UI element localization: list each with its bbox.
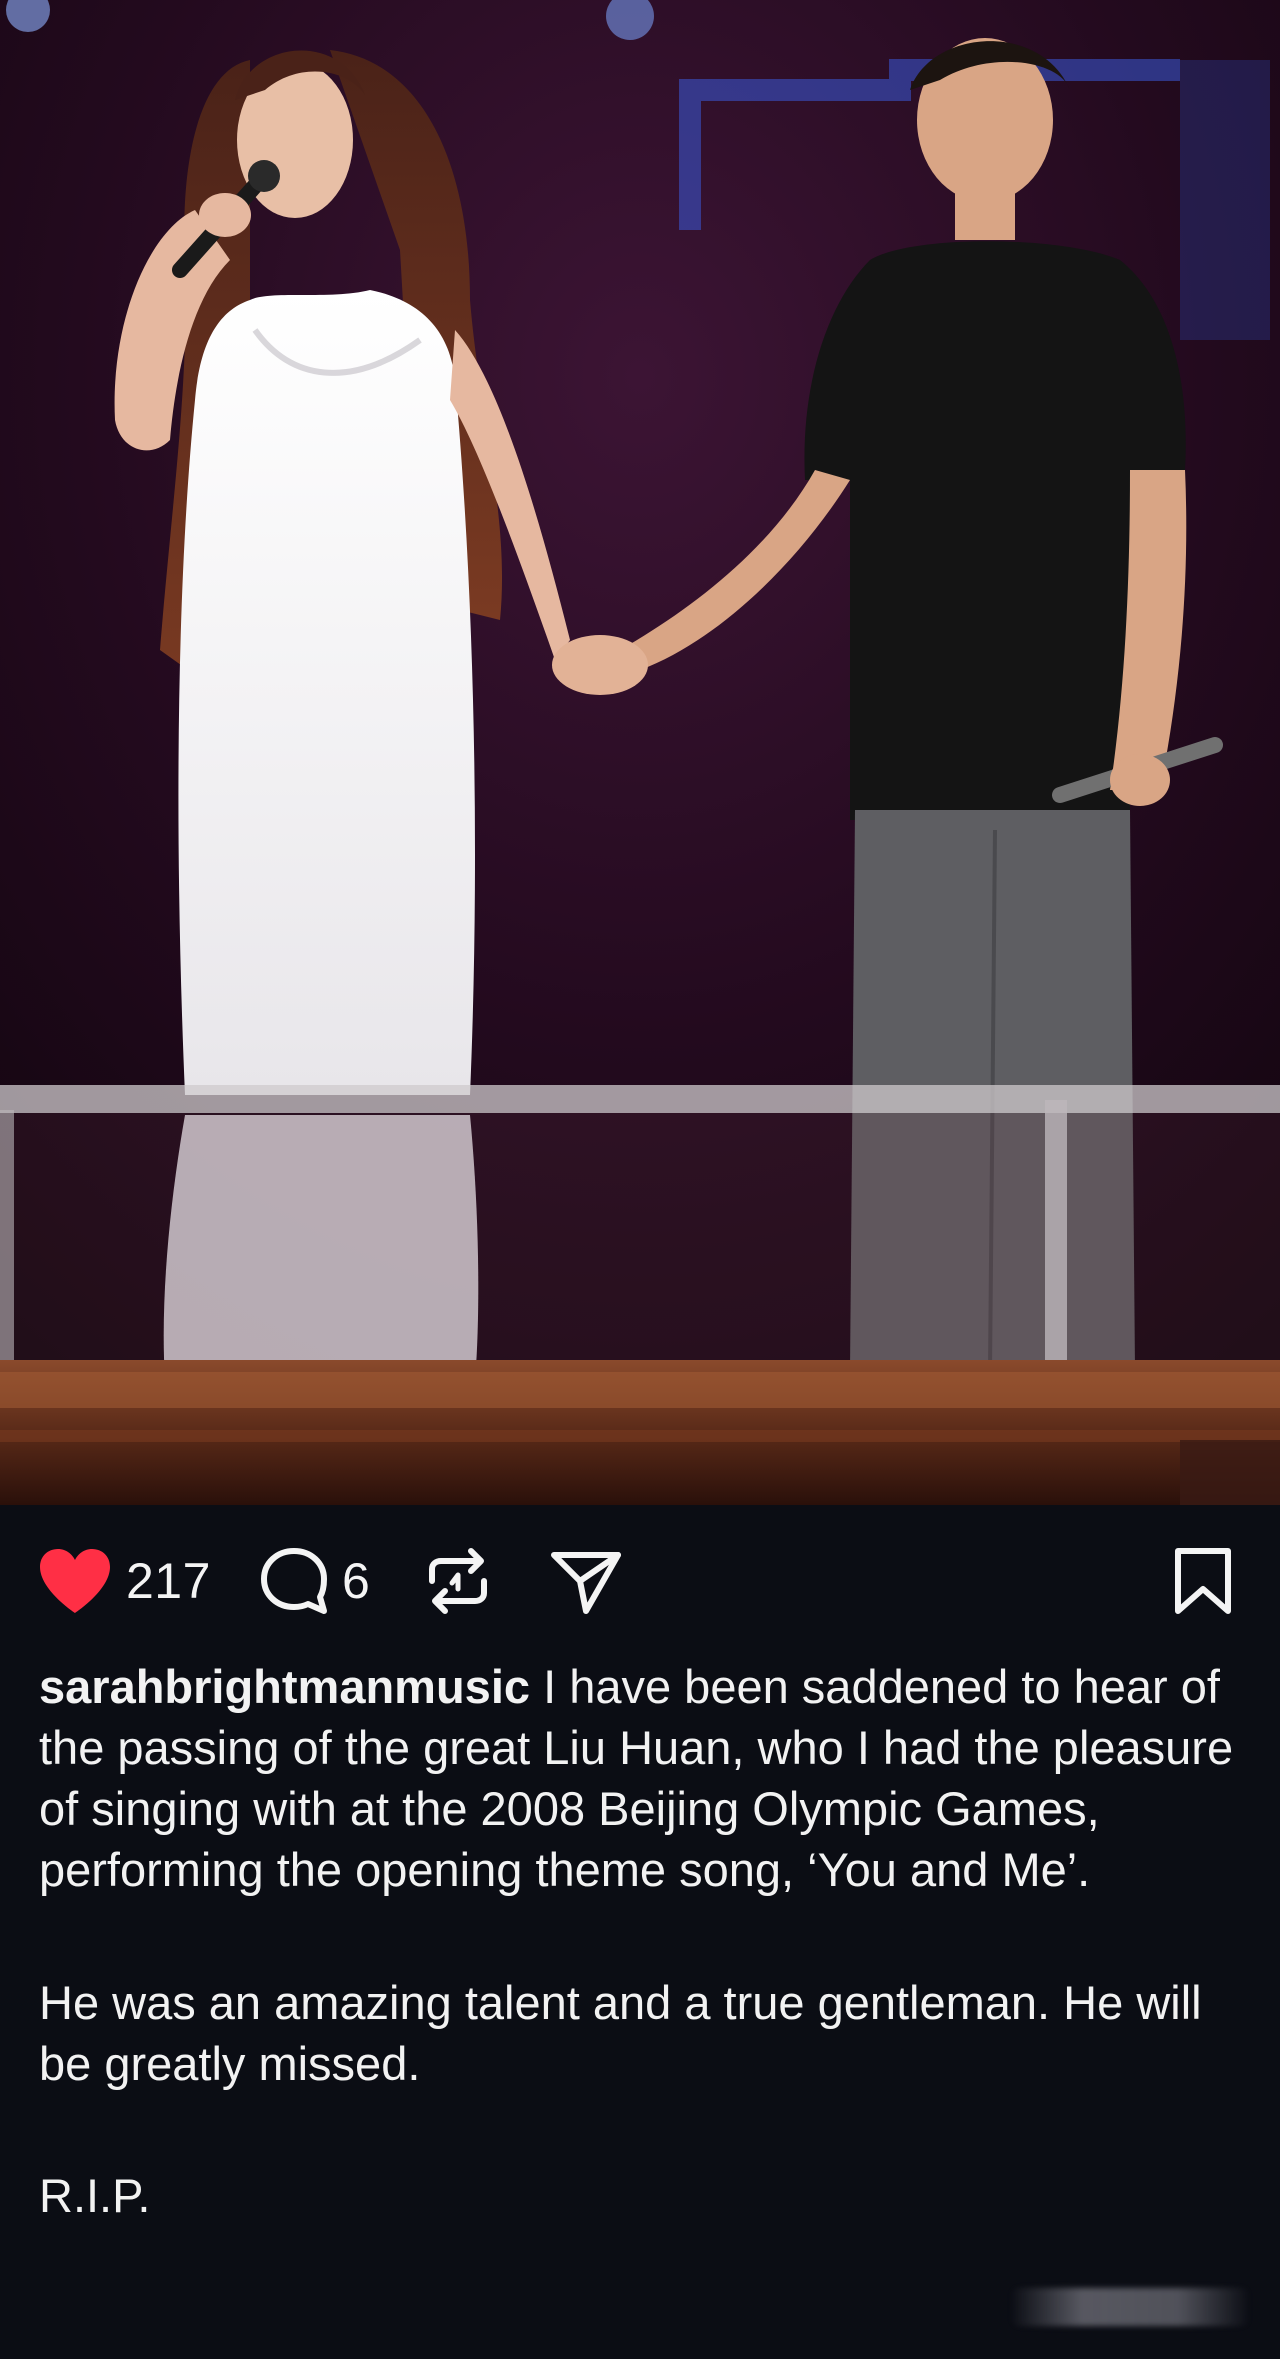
comment-count[interactable]: 6	[342, 1552, 370, 1610]
post-photo[interactable]	[0, 0, 1280, 1505]
post-caption: sarahbrightmanmusic I have been saddened…	[39, 1656, 1244, 2226]
share-button[interactable]	[548, 1545, 624, 1617]
instagram-post: 217 6 sarahbrightmanmusic I have been sa…	[0, 0, 1280, 2359]
comment-icon	[261, 1548, 327, 1614]
caption-paragraph-3: R.I.P.	[39, 2169, 151, 2222]
repost-icon	[429, 1548, 487, 1614]
caption-paragraph-2: He was an amazing talent and a true gent…	[39, 1976, 1202, 2090]
repost-button[interactable]	[422, 1545, 494, 1617]
bookmark-icon	[1175, 1548, 1231, 1614]
like-count[interactable]: 217	[126, 1552, 211, 1610]
send-icon	[551, 1552, 621, 1614]
heart-icon	[40, 1549, 110, 1613]
caption-username[interactable]: sarahbrightmanmusic	[39, 1660, 530, 1713]
caption-paragraph-1: sarahbrightmanmusic I have been saddened…	[39, 1656, 1244, 1900]
watermark-overlay	[1010, 2288, 1250, 2326]
like-button[interactable]: 217	[36, 1545, 211, 1617]
save-button[interactable]	[1170, 1545, 1236, 1617]
stage-photo-illustration	[0, 0, 1280, 1505]
comment-button[interactable]: 6	[258, 1545, 370, 1617]
